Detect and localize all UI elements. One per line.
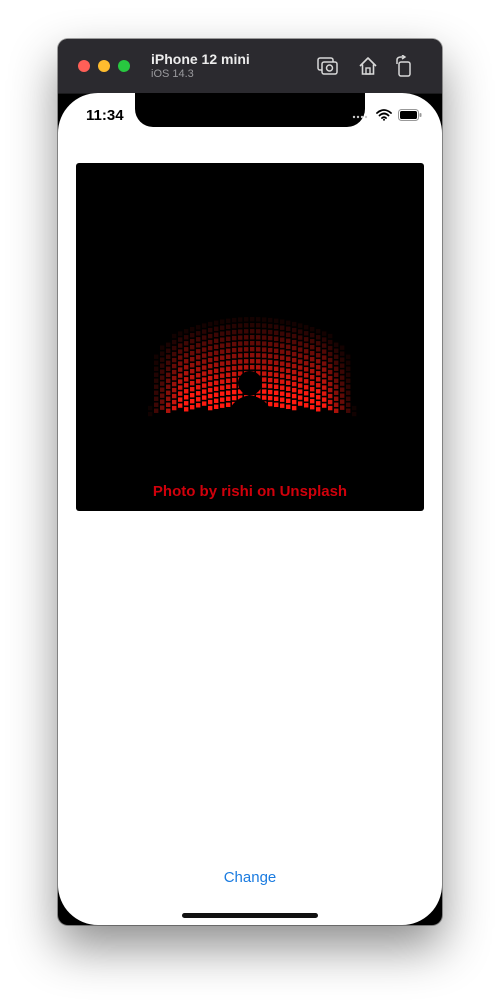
home-indicator <box>182 913 318 918</box>
photo-artwork <box>148 317 357 423</box>
screenshot-button[interactable] <box>316 54 340 78</box>
rotate-button[interactable] <box>392 54 416 78</box>
device-name: iPhone 12 mini <box>151 51 250 67</box>
signal-icon <box>352 115 368 119</box>
simulator-window: iPhone 12 mini iOS 14.3 11:34 Photo by r… <box>58 39 442 925</box>
wifi-icon <box>376 109 392 121</box>
os-version: iOS 14.3 <box>151 68 194 80</box>
battery-icon <box>398 109 422 121</box>
rotate-icon <box>396 55 411 77</box>
status-icons <box>352 109 422 121</box>
notch <box>135 93 365 127</box>
close-window-button[interactable] <box>78 60 90 72</box>
home-button[interactable] <box>356 54 380 78</box>
camera-screenshot-icon <box>317 57 338 75</box>
minimize-window-button[interactable] <box>98 60 110 72</box>
status-time: 11:34 <box>86 107 124 124</box>
phone-screen: 11:34 Photo by rishi on Unsplash Change <box>58 93 442 925</box>
simulator-titlebar: iPhone 12 mini iOS 14.3 <box>58 39 442 94</box>
photo-caption: Photo by rishi on Unsplash <box>152 483 348 500</box>
home-icon <box>359 57 377 75</box>
zoom-window-button[interactable] <box>118 60 130 72</box>
change-button[interactable]: Change <box>200 865 300 889</box>
photo-image: Photo by rishi on Unsplash <box>76 163 424 511</box>
